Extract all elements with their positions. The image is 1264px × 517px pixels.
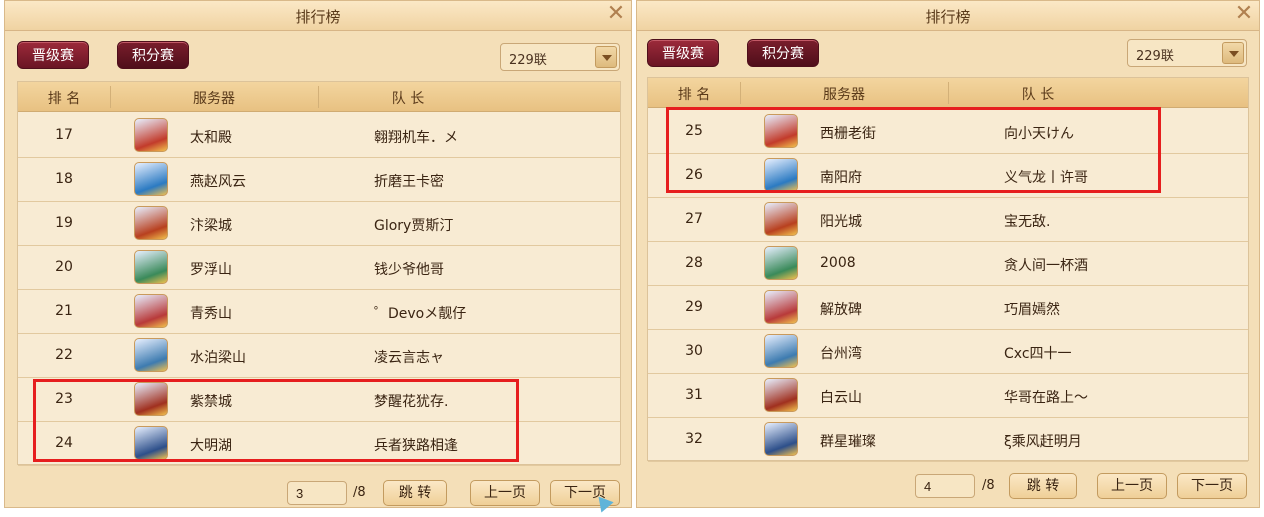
- captain-cell: 巧眉嫣然: [1004, 302, 1060, 318]
- highlight-box: [666, 107, 1161, 193]
- server-group-value: 229联: [509, 53, 547, 68]
- captain-cell: Cxc四十一: [1004, 346, 1072, 362]
- server-cell: 太和殿: [190, 130, 232, 146]
- server-group-select[interactable]: 229联: [500, 43, 620, 71]
- jump-button[interactable]: 跳 转: [383, 480, 447, 506]
- rank-cell: 22: [55, 347, 73, 363]
- header-rank: 排 名: [47, 91, 81, 107]
- close-icon[interactable]: ✕: [1233, 3, 1255, 25]
- titlebar: 排行榜 ✕: [637, 1, 1259, 31]
- table-row[interactable]: 17 太和殿 翱翔机车．メ: [18, 114, 620, 158]
- bay-icon: [764, 334, 798, 368]
- table-row[interactable]: 20 罗浮山 钱少爷他哥: [18, 246, 620, 290]
- monument-icon: [764, 290, 798, 324]
- table-header: 排 名 服务器 队 长: [648, 78, 1248, 108]
- ranking-panel-right: 排行榜 ✕ 晋级赛 积分赛 229联 排 名 服务器 队 长 25 西栅老街 向小天…: [636, 0, 1260, 508]
- header-server: 服务器: [823, 87, 865, 103]
- jump-button[interactable]: 跳 转: [1009, 473, 1077, 499]
- mountain-icon: [134, 250, 168, 284]
- rank-cell: 17: [55, 127, 73, 143]
- rank-cell: 21: [55, 303, 73, 319]
- rank-cell: 28: [685, 255, 703, 271]
- rank-cell: 27: [685, 211, 703, 227]
- table-row[interactable]: 18 燕赵风云 折磨王卡密: [18, 158, 620, 202]
- server-cell: 燕赵风云: [190, 174, 246, 190]
- dream-icon: [134, 162, 168, 196]
- captain-cell: 凌云言志ャ: [374, 350, 444, 366]
- chevron-down-icon[interactable]: [595, 46, 617, 68]
- server-cell: 水泊梁山: [190, 350, 246, 366]
- server-group-value: 229联: [1136, 49, 1174, 64]
- captain-cell: ξ乘风赶明月: [1004, 434, 1082, 450]
- captain-cell: 钱少爷他哥: [374, 262, 444, 278]
- server-cell: 阳光城: [820, 214, 862, 230]
- page-total: /8: [982, 478, 995, 493]
- close-icon[interactable]: ✕: [605, 3, 627, 25]
- highlight-box: [33, 379, 519, 462]
- server-cell: 青秀山: [190, 306, 232, 322]
- star-icon: [764, 422, 798, 456]
- table-header: 排 名 服务器 队 长: [18, 82, 620, 112]
- prev-page-button[interactable]: 上一页: [1097, 473, 1167, 499]
- table-row[interactable]: 22 水泊梁山 凌云言志ャ: [18, 334, 620, 378]
- rank-cell: 30: [685, 343, 703, 359]
- table-row[interactable]: 29 解放碑 巧眉嫣然: [648, 286, 1248, 330]
- gate-icon: [134, 206, 168, 240]
- captain-cell: ゜Devoメ靓仔: [374, 306, 467, 322]
- rank-cell: 18: [55, 171, 73, 187]
- table-row[interactable]: 32 群星璀璨 ξ乘风赶明月: [648, 418, 1248, 462]
- table-row[interactable]: 21 青秀山 ゜Devoメ靓仔: [18, 290, 620, 334]
- server-cell: 群星璀璨: [820, 434, 876, 450]
- header-captain: 队 长: [391, 91, 425, 107]
- cloud-mountain-icon: [764, 378, 798, 412]
- server-cell: 解放碑: [820, 302, 862, 318]
- server-cell: 白云山: [820, 390, 862, 406]
- page-total: /8: [353, 485, 366, 500]
- header-server: 服务器: [193, 91, 235, 107]
- festival-icon: [764, 246, 798, 280]
- next-page-button[interactable]: 下一页: [1177, 473, 1247, 499]
- captain-cell: 折磨王卡密: [374, 174, 444, 190]
- shrine-icon: [134, 338, 168, 372]
- palace-icon: [134, 118, 168, 152]
- table-row[interactable]: 27 阳光城 宝无敌.: [648, 198, 1248, 242]
- rank-cell: 31: [685, 387, 703, 403]
- titlebar: 排行榜 ✕: [5, 1, 631, 31]
- sun-city-icon: [764, 202, 798, 236]
- captain-cell: 华哥在路上～: [1004, 390, 1088, 406]
- rank-cell: 29: [685, 299, 703, 315]
- server-cell: 台州湾: [820, 346, 862, 362]
- server-cell: 2008: [820, 255, 856, 271]
- rank-cell: 19: [55, 215, 73, 231]
- table-row[interactable]: 19 汴梁城 Glory贾斯汀: [18, 202, 620, 246]
- table-row[interactable]: 28 2008 贪人间一杯酒: [648, 242, 1248, 286]
- tab-points[interactable]: 积分赛: [747, 39, 819, 67]
- header-captain: 队 长: [1021, 87, 1055, 103]
- chevron-down-icon[interactable]: [1222, 42, 1244, 64]
- page-input[interactable]: [287, 481, 347, 505]
- captain-cell: 宝无敌.: [1004, 214, 1051, 230]
- panel-title: 排行榜: [295, 8, 341, 26]
- rank-cell: 20: [55, 259, 73, 275]
- panel-title: 排行榜: [925, 8, 971, 26]
- tab-points[interactable]: 积分赛: [117, 41, 189, 69]
- table-row[interactable]: 31 白云山 华哥在路上～: [648, 374, 1248, 418]
- table-row[interactable]: 30 台州湾 Cxc四十一: [648, 330, 1248, 374]
- header-rank: 排 名: [677, 87, 711, 103]
- ranking-panel-left: 排行榜 ✕ 晋级赛 积分赛 229联 排 名 服务器 队 长 17 太和殿 翱翔机车…: [4, 0, 632, 513]
- tab-promotion[interactable]: 晋级赛: [647, 39, 719, 67]
- page-input[interactable]: [915, 474, 975, 498]
- prev-page-button[interactable]: 上一页: [470, 480, 540, 506]
- tab-promotion[interactable]: 晋级赛: [17, 41, 89, 69]
- rank-cell: 32: [685, 431, 703, 447]
- captain-cell: 翱翔机车．メ: [374, 130, 458, 146]
- captain-cell: Glory贾斯汀: [374, 218, 454, 234]
- temple-icon: [134, 294, 168, 328]
- captain-cell: 贪人间一杯酒: [1004, 258, 1088, 274]
- server-group-select[interactable]: 229联: [1127, 39, 1247, 67]
- server-cell: 罗浮山: [190, 262, 232, 278]
- server-cell: 汴梁城: [190, 218, 232, 234]
